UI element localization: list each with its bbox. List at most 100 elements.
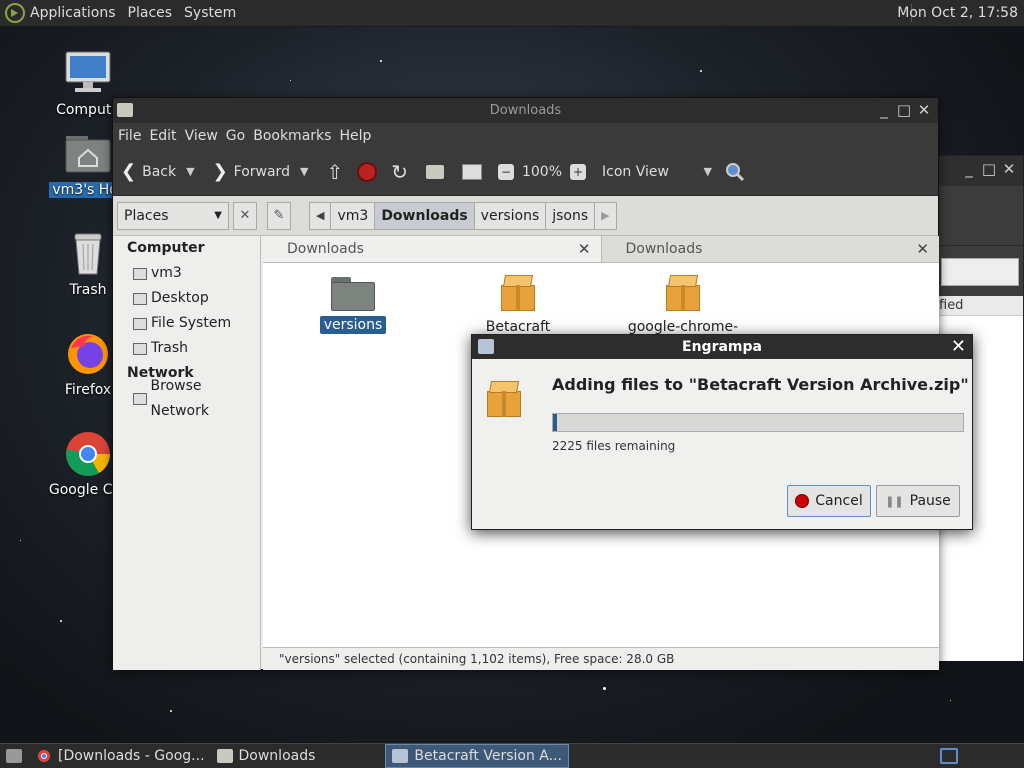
engrampa-dialog: Engrampa ✕ Adding files to "Betacraft Ve…: [471, 334, 973, 530]
forward-arrow-icon: ❯: [212, 161, 228, 182]
sidebar-item-vm3[interactable]: vm3: [113, 261, 260, 286]
dropdown-arrow-icon[interactable]: ▼: [300, 165, 308, 178]
background-window-field[interactable]: [941, 258, 1019, 286]
task-label: Betacraft Version A...: [414, 748, 562, 764]
folder-icon: [331, 273, 375, 311]
file-manager-titlebar[interactable]: Downloads _ □ ✕: [113, 98, 938, 123]
up-arrow-icon[interactable]: ⇧: [326, 160, 343, 184]
status-bar: "versions" selected (containing 1,102 it…: [263, 647, 939, 670]
file-item-versions[interactable]: versions: [303, 273, 403, 334]
menu-help[interactable]: Help: [339, 128, 371, 144]
sidebar-item-desktop[interactable]: Desktop: [113, 286, 260, 311]
places-combo[interactable]: Places ▼: [117, 201, 229, 230]
task-downloads[interactable]: Downloads: [211, 744, 322, 768]
pencil-icon: ✎: [273, 207, 285, 223]
close-tab-icon[interactable]: ✕: [578, 236, 591, 263]
sidebar-item-trash[interactable]: Trash: [113, 336, 260, 361]
zoom-out-icon[interactable]: −: [497, 163, 514, 180]
tab-downloads-2[interactable]: Downloads ✕: [600, 236, 939, 263]
sidebar-item-label: Desktop: [151, 290, 209, 306]
maximize-icon[interactable]: □: [979, 160, 999, 178]
chrome-icon: [66, 432, 110, 476]
cancel-label: Cancel: [815, 493, 863, 509]
back-label: Back: [142, 163, 177, 180]
forward-button[interactable]: ❯ Forward ▼: [213, 161, 309, 182]
back-button[interactable]: ❮ Back ▼: [121, 161, 195, 182]
system-menu[interactable]: System: [184, 5, 236, 21]
reload-icon[interactable]: ↻: [391, 160, 408, 184]
toolbar: ❮ Back ▼ ❯ Forward ▼ ⇧ ↻ − 100% + Icon V…: [113, 148, 938, 196]
dropdown-arrow-icon: ▼: [703, 165, 712, 178]
location-bar: Places ▼ ✕ ✎ ◀ vm3 Downloads versions js…: [113, 196, 938, 236]
clock[interactable]: Mon Oct 2, 17:58: [897, 5, 1018, 21]
top-panel: Applications Places System Mon Oct 2, 17…: [0, 0, 1024, 27]
menu-file[interactable]: File: [118, 128, 141, 144]
pause-button[interactable]: ❚❚ Pause: [876, 485, 960, 517]
applications-menu[interactable]: Applications: [30, 5, 116, 21]
close-icon[interactable]: ✕: [914, 98, 934, 123]
cancel-button[interactable]: Cancel: [787, 485, 871, 517]
mate-logo-icon[interactable]: [4, 2, 26, 24]
tab-downloads-1[interactable]: Downloads ✕: [263, 236, 601, 262]
minimize-icon[interactable]: _: [959, 160, 979, 178]
home-icon[interactable]: [425, 164, 444, 179]
close-icon: ✕: [239, 207, 251, 223]
archive-icon: [501, 273, 535, 311]
sidebar-item-label: Trash: [151, 340, 188, 356]
desktop-icon-label: Trash: [69, 282, 107, 298]
dialog-heading: Adding files to "Betacraft Version Archi…: [552, 375, 969, 394]
view-mode-select[interactable]: Icon View ▼: [602, 164, 712, 180]
file-label: versions: [319, 316, 387, 334]
breadcrumb-vm3[interactable]: vm3: [331, 202, 376, 229]
engrampa-icon: [478, 339, 494, 354]
menu-view[interactable]: View: [185, 128, 218, 144]
close-icon[interactable]: ✕: [951, 335, 966, 359]
desktop-icon-label: Firefox: [64, 382, 112, 398]
computer-icon: [65, 51, 111, 92]
sidebar-item-label: vm3: [151, 265, 182, 281]
menu-go[interactable]: Go: [226, 128, 245, 144]
sidebar-item-label: File System: [151, 315, 232, 331]
task-label: [Downloads - Goog...: [58, 748, 205, 764]
dialog-titlebar[interactable]: Engrampa ✕: [472, 335, 972, 359]
back-arrow-icon: ❮: [121, 161, 137, 182]
workspace-switcher-icon[interactable]: [940, 748, 958, 764]
places-sidebar: Computer vm3 Desktop File System Trash N…: [113, 236, 261, 670]
close-tab-icon[interactable]: ✕: [916, 236, 929, 263]
close-icon[interactable]: ✕: [999, 160, 1019, 178]
search-icon[interactable]: [724, 161, 746, 183]
computer-icon[interactable]: [461, 163, 482, 180]
breadcrumb-left-arrow-icon[interactable]: ◀: [310, 202, 332, 229]
trash-icon: [74, 233, 102, 275]
close-sidebar-button[interactable]: ✕: [233, 201, 257, 230]
zoom-in-icon[interactable]: +: [570, 163, 586, 180]
folder-icon: [117, 103, 133, 117]
task-chrome[interactable]: [Downloads - Goog...: [30, 744, 211, 768]
breadcrumb-jsons[interactable]: jsons: [546, 202, 596, 229]
progress-bar: [552, 413, 964, 432]
minimize-icon[interactable]: _: [874, 98, 894, 123]
trash-icon: [133, 342, 147, 355]
stop-icon[interactable]: [357, 161, 378, 182]
breadcrumb-versions[interactable]: versions: [475, 202, 547, 229]
background-window-titlebar[interactable]: _ □ ✕: [931, 156, 1023, 186]
places-menu[interactable]: Places: [128, 5, 173, 21]
breadcrumb-right-arrow-icon[interactable]: ▶: [595, 203, 615, 229]
progress-fill: [553, 414, 558, 431]
task-engrampa[interactable]: Betacraft Version A...: [385, 744, 569, 768]
archive-icon: [487, 379, 521, 417]
show-desktop-icon[interactable]: [6, 749, 22, 763]
menu-edit[interactable]: Edit: [149, 128, 176, 144]
file-item-google-chrome[interactable]: google-chrome-: [623, 273, 743, 335]
dropdown-arrow-icon[interactable]: ▼: [186, 165, 194, 178]
sidebar-item-file-system[interactable]: File System: [113, 311, 260, 336]
maximize-icon[interactable]: □: [894, 98, 914, 123]
column-header[interactable]: fied: [931, 296, 1023, 316]
tab-label: Downloads: [625, 241, 703, 257]
forward-label: Forward: [233, 163, 290, 180]
sidebar-item-browse-network[interactable]: Browse Network: [113, 378, 260, 419]
firefox-icon: [68, 334, 108, 374]
edit-location-button[interactable]: ✎: [267, 201, 291, 230]
menu-bookmarks[interactable]: Bookmarks: [253, 128, 331, 144]
breadcrumb-downloads[interactable]: Downloads: [375, 202, 475, 229]
